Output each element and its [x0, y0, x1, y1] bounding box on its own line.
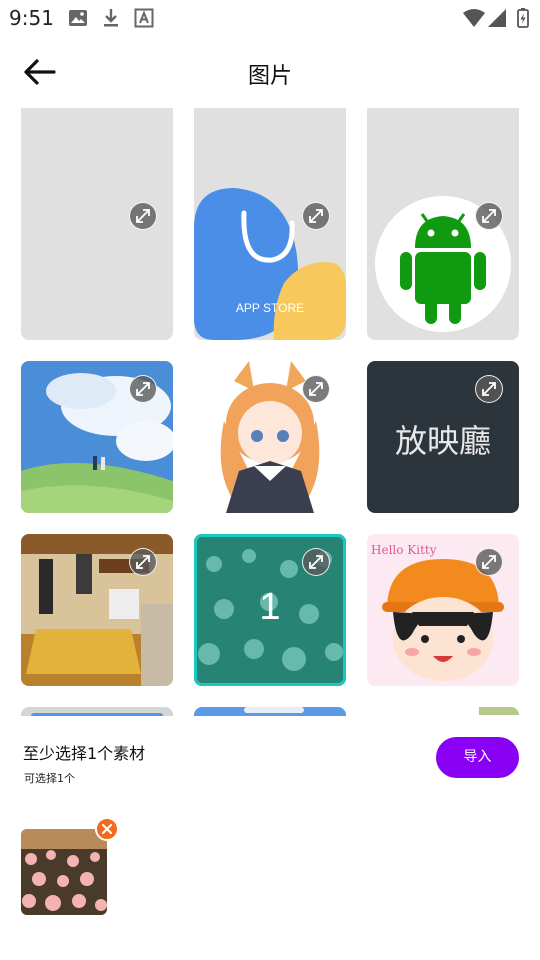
photo-tile-14[interactable]	[194, 707, 346, 716]
remove-selected-button[interactable]	[95, 817, 119, 841]
expand-icon	[309, 555, 323, 569]
expand-button[interactable]	[475, 548, 503, 576]
expand-icon	[136, 382, 150, 396]
selection-hint-sub: 可选择1个	[24, 772, 75, 785]
selection-hint-title: 至少选择1个素材	[23, 744, 146, 763]
page-title: 图片	[247, 64, 292, 89]
expand-icon	[482, 209, 496, 223]
photo-tile-android[interactable]	[367, 188, 519, 340]
photo-tile-13[interactable]	[21, 707, 173, 716]
status-time: 9:51	[9, 6, 54, 30]
expand-button[interactable]	[129, 548, 157, 576]
image-icon	[69, 10, 87, 26]
expand-icon	[482, 555, 496, 569]
expand-icon	[482, 382, 496, 396]
status-bar: 9:51	[0, 0, 540, 36]
photo-grid[interactable]: APP STORE 放映廳 1 Hello Kitty	[0, 108, 540, 716]
photo-tile-app-store[interactable]: APP STORE	[194, 188, 346, 340]
selected-thumbnail[interactable]	[21, 829, 107, 915]
expand-icon	[309, 209, 323, 223]
expand-button[interactable]	[129, 202, 157, 230]
photo-tile-anime[interactable]	[194, 361, 346, 513]
expand-icon	[309, 382, 323, 396]
expand-icon	[136, 555, 150, 569]
app-store-text: APP STORE	[236, 301, 304, 315]
expand-button[interactable]	[302, 202, 330, 230]
import-button[interactable]: 导入	[436, 737, 519, 778]
tile-text: 放映廳	[394, 422, 491, 460]
photo-tile-sky[interactable]	[21, 361, 173, 513]
selection-index: 1	[259, 586, 281, 628]
photo-tile-4[interactable]	[21, 188, 173, 340]
download-icon	[104, 9, 118, 27]
expand-button[interactable]	[302, 375, 330, 403]
photo-tile-cartoon[interactable]: Hello Kitty	[367, 534, 519, 686]
photo-tile-15[interactable]	[367, 707, 519, 716]
expand-button[interactable]	[129, 375, 157, 403]
photo-tile-cafe[interactable]	[21, 534, 173, 686]
selected-rose-image	[21, 829, 107, 915]
expand-button[interactable]	[475, 375, 503, 403]
photo-tile-text[interactable]: 放映廳	[367, 361, 519, 513]
expand-icon	[136, 209, 150, 223]
selection-panel: 至少选择1个素材 可选择1个 导入	[0, 716, 540, 960]
close-icon	[101, 823, 113, 835]
expand-button[interactable]	[302, 548, 330, 576]
text-a-icon	[134, 8, 154, 28]
expand-button[interactable]	[475, 202, 503, 230]
wifi-icon	[463, 9, 485, 27]
battery-charging-icon	[517, 8, 529, 28]
cartoon-text: Hello Kitty	[371, 543, 437, 557]
signal-icon	[488, 9, 506, 27]
photo-tile-roses-selected[interactable]: 1	[194, 534, 346, 686]
